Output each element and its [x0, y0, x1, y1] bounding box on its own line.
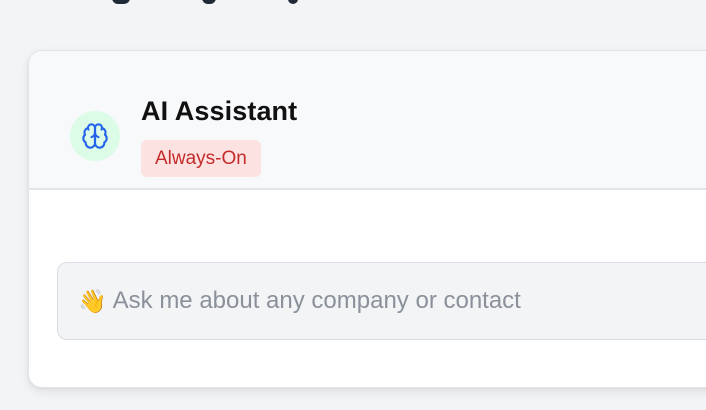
ai-assistant-card: AI Assistant Always-On 👋	[28, 50, 706, 388]
assistant-title: AI Assistant	[141, 96, 298, 126]
clipped-glyph	[202, 0, 216, 4]
waving-hand-icon: 👋	[78, 287, 107, 314]
clipped-heading	[112, 0, 298, 4]
assistant-avatar	[70, 111, 120, 161]
clipped-glyph	[112, 0, 130, 4]
brain-icon	[82, 123, 108, 149]
page: AI Assistant Always-On 👋	[0, 0, 706, 410]
card-header: AI Assistant Always-On	[29, 51, 706, 190]
clipped-glyph	[288, 0, 298, 4]
chat-input-container[interactable]: 👋	[57, 262, 706, 340]
chat-input[interactable]	[112, 287, 673, 315]
status-badge: Always-On	[141, 140, 261, 177]
